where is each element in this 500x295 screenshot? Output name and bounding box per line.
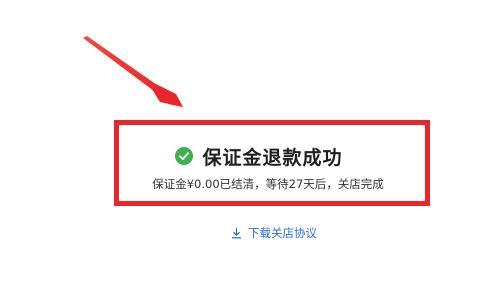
result-description: 保证金¥0.00已结清，等待27天后，关店完成 — [152, 177, 384, 191]
result-header: 保证金退款成功 — [0, 143, 500, 169]
check-circle-icon — [175, 147, 194, 165]
download-agreement-label: 下载关店协议 — [248, 226, 317, 240]
result-title: 保证金退款成功 — [202, 146, 343, 169]
download-agreement-link[interactable]: 下载关店协议 — [0, 225, 500, 241]
download-icon — [231, 227, 242, 239]
